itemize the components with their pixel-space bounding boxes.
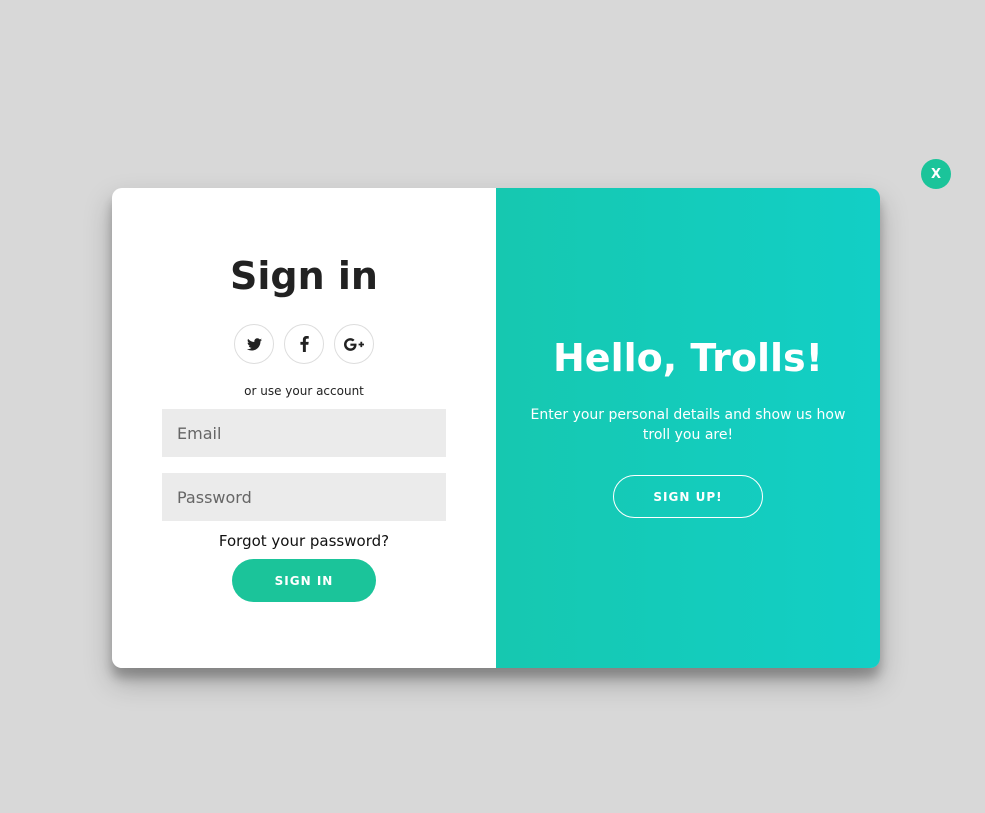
- auth-modal: Sign in or use your account Email Forgot…: [112, 188, 880, 668]
- facebook-button[interactable]: [284, 324, 324, 364]
- signup-panel-title: Hello, Trolls!: [553, 336, 823, 380]
- signin-button-label: SIGN IN: [274, 573, 334, 588]
- social-login-row: [112, 324, 496, 364]
- signin-title: Sign in: [230, 254, 378, 298]
- alt-login-text: or use your account: [244, 384, 364, 398]
- signin-panel: Sign in or use your account Email Forgot…: [112, 188, 496, 668]
- signup-panel: Hello, Trolls! Enter your personal detai…: [496, 188, 880, 668]
- signup-button[interactable]: SIGN UP!: [613, 475, 763, 518]
- google-plus-icon: [344, 337, 364, 351]
- password-field[interactable]: [162, 473, 446, 521]
- signup-panel-description: Enter your personal details and show us …: [530, 407, 846, 443]
- email-field[interactable]: [162, 409, 446, 457]
- signin-button[interactable]: SIGN IN: [232, 559, 376, 602]
- signup-button-label: SIGN UP!: [653, 489, 723, 504]
- facebook-icon: [299, 336, 309, 352]
- forgot-password-link[interactable]: Forgot your password?: [112, 532, 496, 550]
- google-plus-button[interactable]: [334, 324, 374, 364]
- close-button[interactable]: X: [921, 159, 951, 189]
- twitter-button[interactable]: [234, 324, 274, 364]
- twitter-icon: [246, 337, 262, 351]
- close-button-label: X: [930, 166, 942, 182]
